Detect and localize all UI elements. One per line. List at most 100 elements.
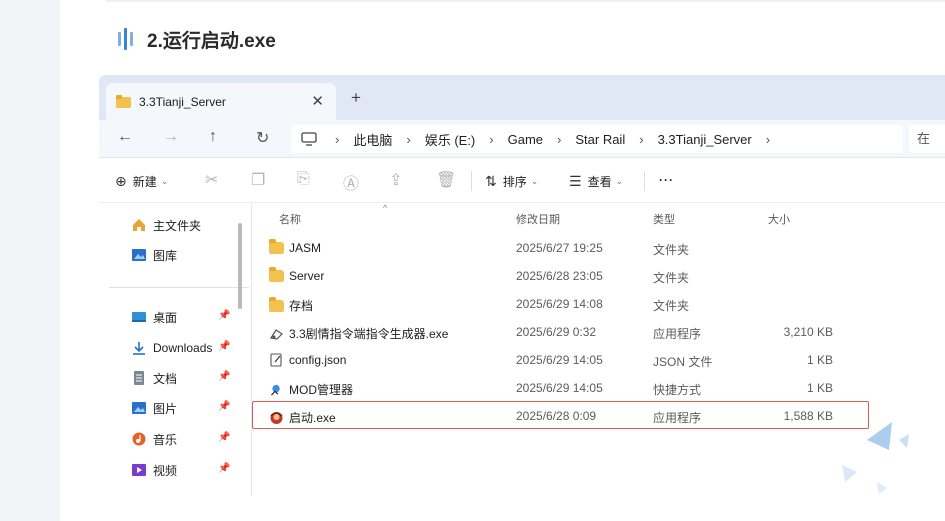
document-icon bbox=[134, 371, 144, 385]
sidebar-item-label: 视频 bbox=[153, 463, 178, 478]
list-view-icon: ☰ bbox=[569, 173, 582, 189]
breadcrumb-separator: › bbox=[489, 131, 494, 147]
file-date: 2025/6/27 19:25 bbox=[516, 241, 603, 255]
sidebar-divider bbox=[109, 287, 249, 288]
breadcrumb-this-pc[interactable]: 此电脑 bbox=[353, 130, 392, 149]
column-header-type[interactable]: 类型 bbox=[653, 211, 675, 227]
toolbar-divider bbox=[644, 171, 645, 191]
file-date: 2025/6/28 23:05 bbox=[516, 269, 603, 283]
sidebar-item-gallery[interactable]: 图库 bbox=[131, 245, 177, 265]
file-row-server[interactable]: Server 2025/6/28 23:05 文件夹 bbox=[252, 262, 945, 290]
pin-icon: 📌 bbox=[218, 401, 231, 412]
watermark-decoration-icon bbox=[842, 422, 909, 494]
file-name: config.json bbox=[289, 353, 347, 367]
chevron-down-icon: ⌄ bbox=[615, 176, 624, 186]
music-icon bbox=[132, 432, 146, 446]
share-icon[interactable]: ⇪ bbox=[389, 170, 402, 190]
file-name-cell: config.json bbox=[269, 353, 346, 367]
highlight-annotation-box bbox=[252, 401, 869, 429]
file-date: 2025/6/29 14:08 bbox=[516, 297, 603, 311]
folder-icon bbox=[269, 267, 284, 282]
sidebar-scrollbar[interactable] bbox=[238, 223, 242, 309]
json-file-icon bbox=[270, 353, 282, 367]
chevron-down-icon: ⌄ bbox=[530, 176, 539, 186]
article-title: 2.运行启动.exe bbox=[147, 30, 276, 52]
page-left-strip bbox=[0, 0, 60, 521]
sidebar-item-videos[interactable]: 视频 bbox=[131, 460, 177, 480]
tab-3-3tianji-server[interactable]: 3.3Tianji_Server ✕ bbox=[106, 83, 336, 120]
tab-bar: 3.3Tianji_Server ✕ + bbox=[99, 75, 945, 120]
address-bar[interactable]: › 此电脑 › 娱乐 (E:) › Game › Star Rail › 3.3… bbox=[291, 125, 903, 153]
sort-icon: ⇅ bbox=[485, 173, 497, 189]
desktop-icon bbox=[132, 312, 146, 322]
file-type: 应用程序 bbox=[653, 327, 702, 341]
refresh-button[interactable]: ↻ bbox=[256, 128, 269, 148]
breadcrumb-3-3tianji-server[interactable]: 3.3Tianji_Server bbox=[658, 132, 752, 147]
breadcrumb-drive-e[interactable]: 娱乐 (E:) bbox=[425, 130, 476, 149]
home-icon bbox=[133, 219, 145, 231]
more-options-button[interactable]: ··· bbox=[659, 173, 674, 187]
folder-icon bbox=[269, 296, 284, 312]
pin-icon: 📌 bbox=[218, 463, 231, 474]
back-button[interactable]: ← bbox=[117, 128, 133, 146]
file-type: 文件夹 bbox=[653, 299, 690, 313]
sidebar-item-pictures[interactable]: 图片 bbox=[131, 398, 177, 418]
breadcrumb-separator: › bbox=[765, 131, 771, 147]
new-label: 新建 bbox=[132, 175, 157, 189]
file-type: 快捷方式 bbox=[653, 383, 702, 397]
sidebar-item-label: 图片 bbox=[153, 401, 178, 416]
sidebar-item-label: 文档 bbox=[153, 371, 178, 386]
file-row-config-json[interactable]: config.json 2025/6/29 14:05 JSON 文件 1 KB bbox=[252, 346, 945, 374]
exe-icon bbox=[270, 328, 283, 340]
article-heading: 2.运行启动.exe bbox=[118, 24, 276, 54]
sidebar-item-label: 图库 bbox=[153, 248, 178, 263]
file-row-command-generator[interactable]: 3.3剧情指令端指令生成器.exe 2025/6/29 0:32 应用程序 3,… bbox=[252, 318, 945, 346]
close-tab-icon[interactable]: ✕ bbox=[311, 92, 324, 110]
shortcut-icon bbox=[270, 384, 280, 396]
breadcrumb-game[interactable]: Game bbox=[508, 132, 543, 147]
pin-icon: 📌 bbox=[218, 341, 231, 352]
forward-button[interactable]: → bbox=[163, 128, 179, 146]
new-tab-button[interactable]: + bbox=[351, 88, 361, 108]
delete-icon[interactable]: 🗑 bbox=[436, 170, 456, 190]
file-row-mod-manager[interactable]: MOD管理器 2025/6/29 14:05 快捷方式 1 KB bbox=[252, 374, 945, 402]
file-size: 1 KB bbox=[806, 353, 833, 367]
computer-icon bbox=[301, 132, 317, 146]
sort-button[interactable]: ⇅ 排序 ⌄ bbox=[485, 173, 538, 190]
file-date: 2025/6/29 14:05 bbox=[516, 353, 603, 367]
sidebar-item-label: Downloads bbox=[153, 341, 213, 355]
top-divider bbox=[106, 0, 945, 2]
file-name: Server bbox=[289, 269, 325, 283]
column-header-size[interactable]: 大小 bbox=[768, 211, 790, 227]
search-input[interactable]: 在 bbox=[909, 125, 945, 153]
file-name-cell: MOD管理器 bbox=[269, 381, 353, 398]
pin-icon: 📌 bbox=[218, 432, 231, 443]
rename-icon[interactable]: Ⓐ bbox=[343, 170, 359, 194]
pictures-icon bbox=[132, 402, 146, 414]
column-header-name[interactable]: 名称 bbox=[279, 211, 301, 227]
view-button[interactable]: ☰ 查看 ⌄ bbox=[569, 173, 623, 190]
file-type: JSON 文件 bbox=[653, 355, 713, 369]
file-name: 存档 bbox=[289, 299, 314, 313]
file-name-cell: 3.3剧情指令端指令生成器.exe bbox=[269, 325, 448, 342]
sort-label: 排序 bbox=[502, 175, 527, 189]
command-bar: ⊕ 新建 ⌄ ✂ ❐ ⎘ Ⓐ ⇪ 🗑 ⇅ 排序 ⌄ ☰ 查看 ⌄ ··· bbox=[99, 159, 945, 203]
pin-icon: 📌 bbox=[218, 371, 231, 382]
sidebar-item-desktop[interactable]: 桌面 bbox=[131, 307, 177, 327]
file-row-jasm[interactable]: JASM 2025/6/27 19:25 文件夹 bbox=[252, 234, 945, 262]
file-date: 2025/6/29 0:32 bbox=[516, 325, 597, 339]
sidebar-item-downloads[interactable]: Downloads bbox=[131, 338, 212, 358]
paste-icon[interactable]: ⎘ bbox=[297, 170, 310, 188]
copy-icon[interactable]: ❐ bbox=[251, 170, 265, 190]
up-button[interactable]: ↑ bbox=[209, 128, 217, 146]
navigation-bar: ← → ↑ ↻ › 此电脑 › 娱乐 (E:) › Game › Star Ra… bbox=[99, 120, 945, 158]
file-row-saves[interactable]: 存档 2025/6/29 14:08 文件夹 bbox=[252, 290, 945, 318]
cut-icon[interactable]: ✂ bbox=[205, 170, 218, 190]
sidebar-item-home[interactable]: 主文件夹 bbox=[131, 215, 201, 235]
navigation-pane: 主文件夹 图库 桌面 📌 Downloads 📌 文档 📌 图片 📌 音乐 📌 … bbox=[99, 203, 251, 496]
sidebar-item-music[interactable]: 音乐 bbox=[131, 429, 177, 449]
breadcrumb-star-rail[interactable]: Star Rail bbox=[575, 132, 625, 147]
sidebar-item-documents[interactable]: 文档 bbox=[131, 368, 177, 388]
new-button[interactable]: ⊕ 新建 ⌄ bbox=[115, 173, 168, 190]
column-header-date[interactable]: 修改日期 bbox=[516, 211, 560, 227]
